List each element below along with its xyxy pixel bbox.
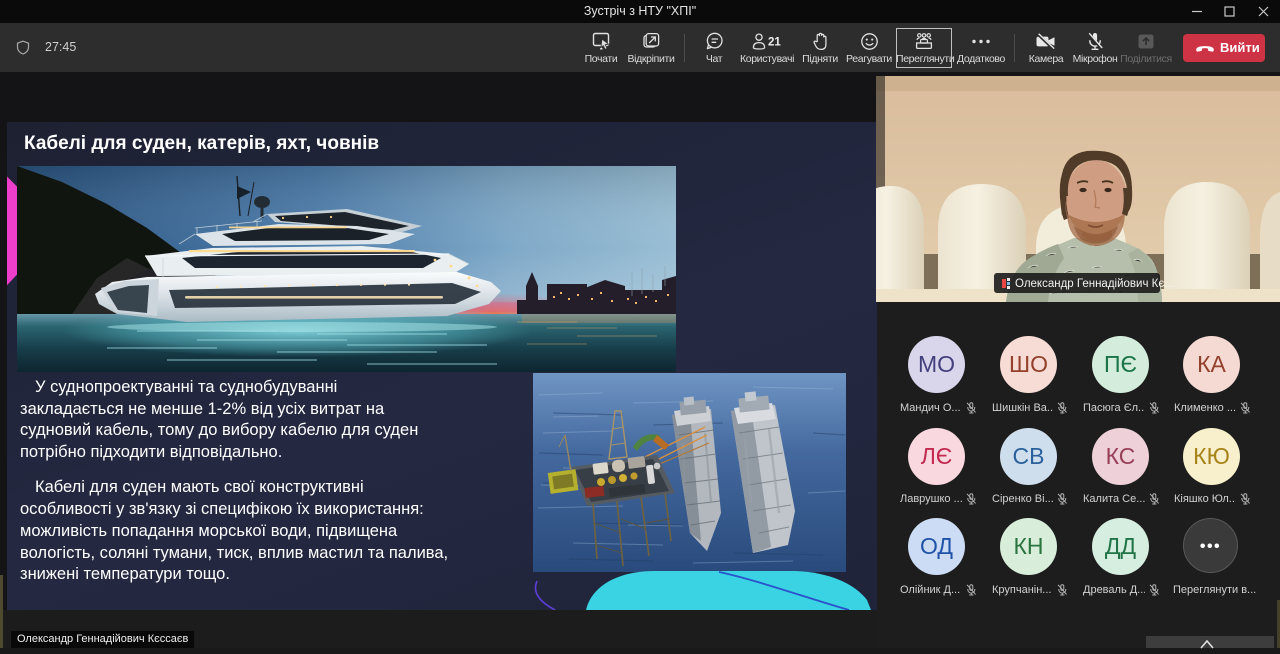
svg-text:Олександр Геннадійович Кє...: Олександр Геннадійович Кє... xyxy=(1015,278,1174,290)
svg-text:21: 21 xyxy=(768,37,781,49)
